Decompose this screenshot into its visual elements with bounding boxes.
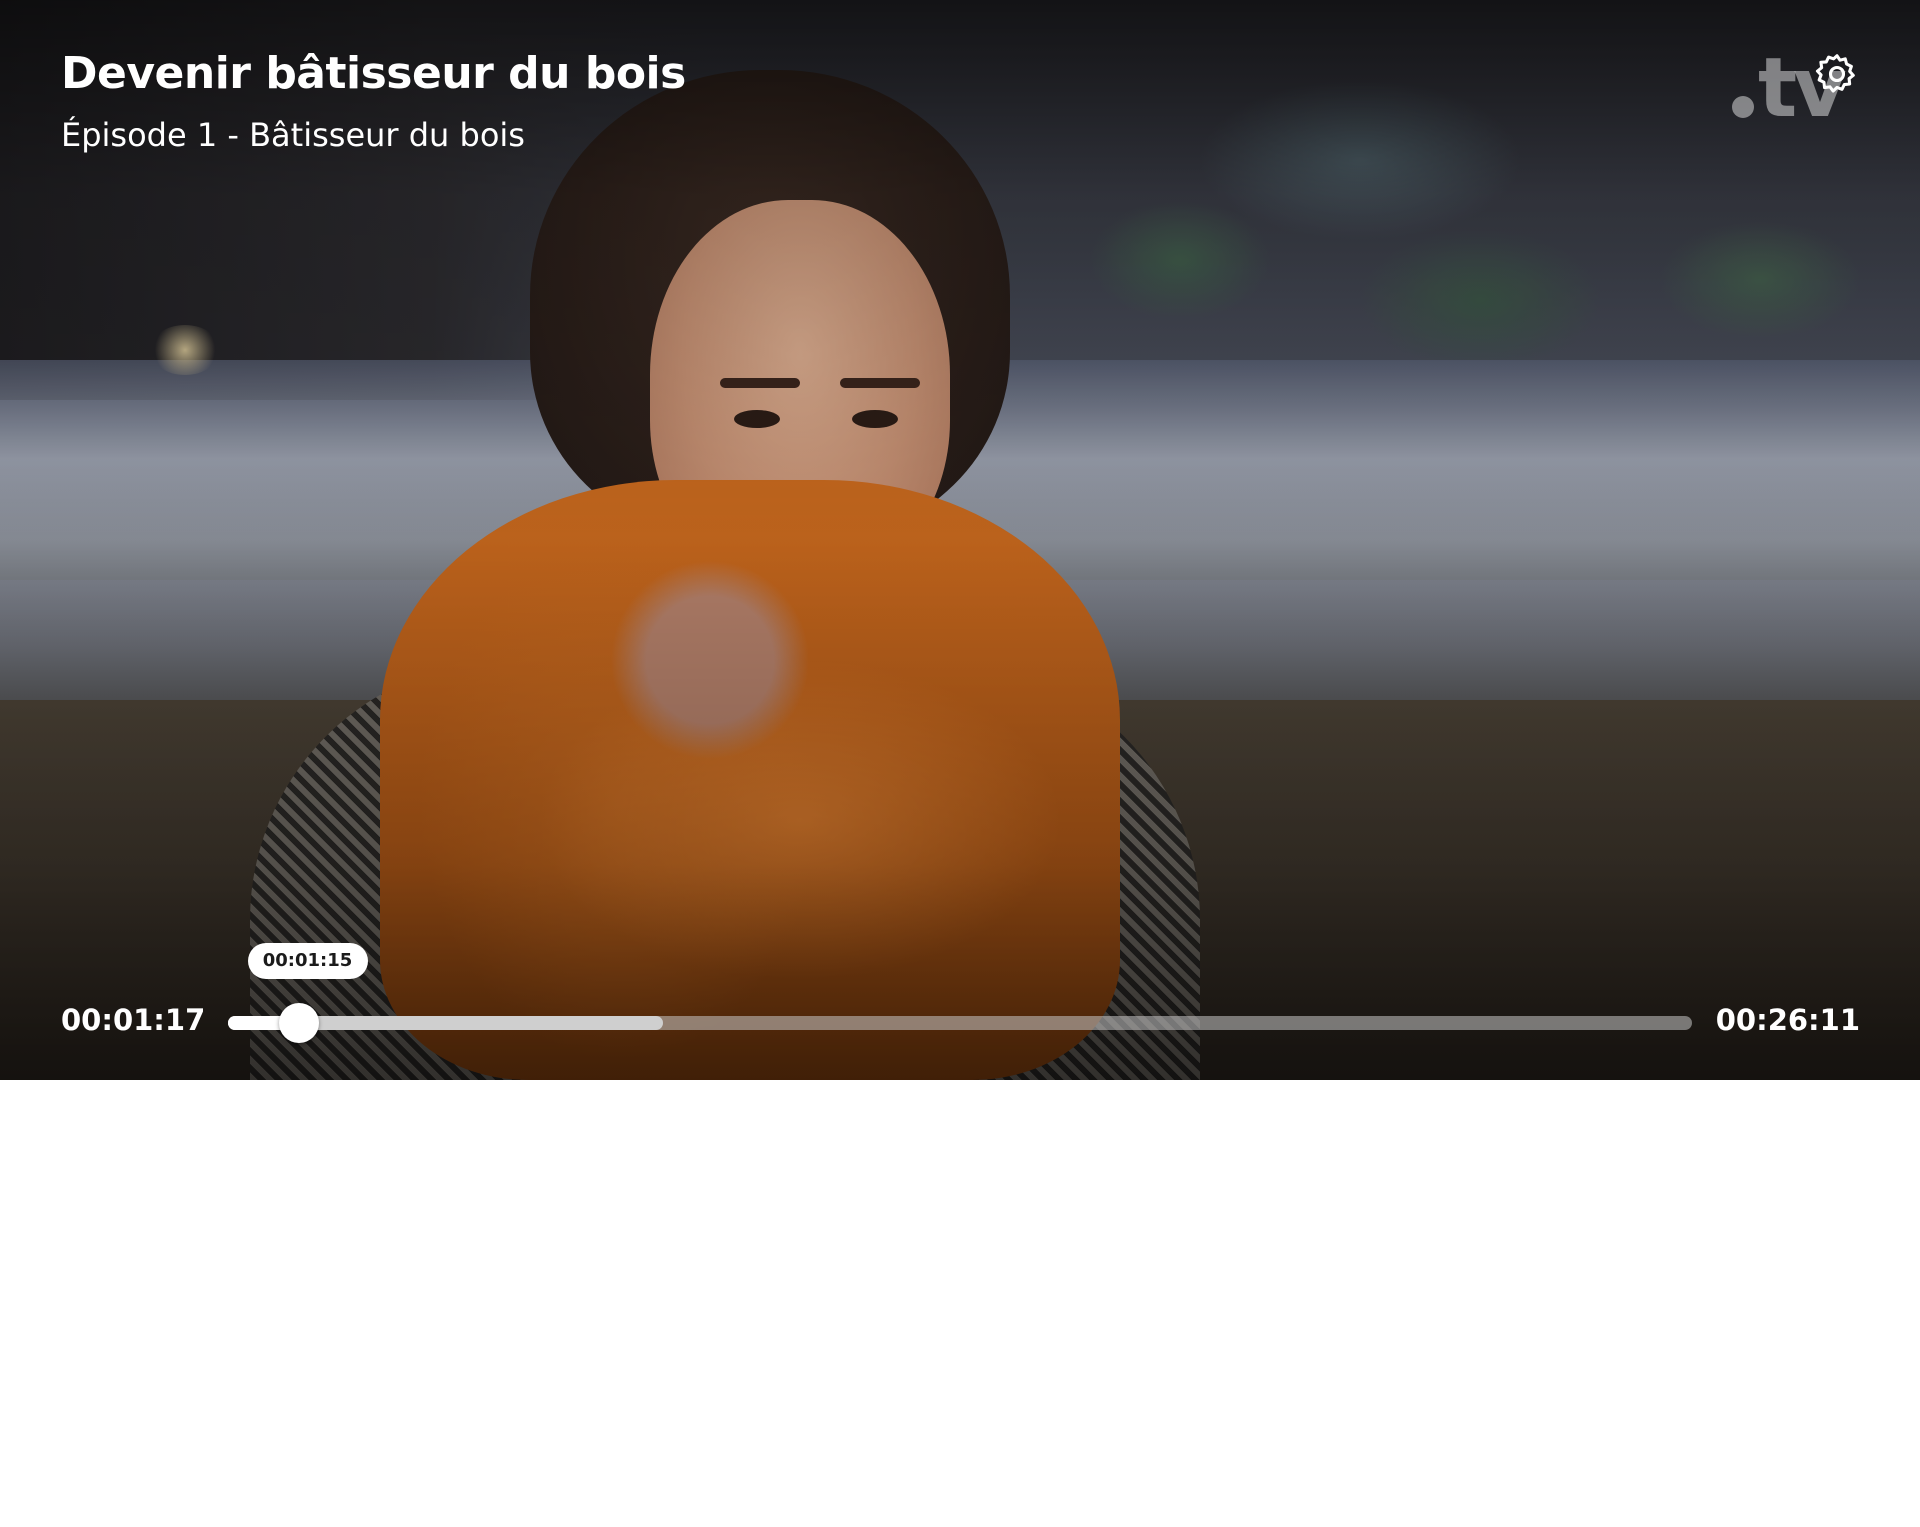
seek-hover-time: 00:01:15 [247,943,368,979]
episode-title: Épisode 1 - Bâtisseur du bois [61,116,525,154]
overlay-gradient [0,0,1920,1080]
total-duration: 00:26:11 [1715,1003,1860,1037]
gear-icon[interactable] [1814,51,1860,97]
video-player[interactable]: Devenir bâtisseur du bois Épisode 1 - Bâ… [0,0,1920,1080]
video-title: Devenir bâtisseur du bois [61,48,686,99]
current-time: 00:01:17 [61,1003,206,1037]
progress-bar[interactable] [228,1003,1692,1043]
